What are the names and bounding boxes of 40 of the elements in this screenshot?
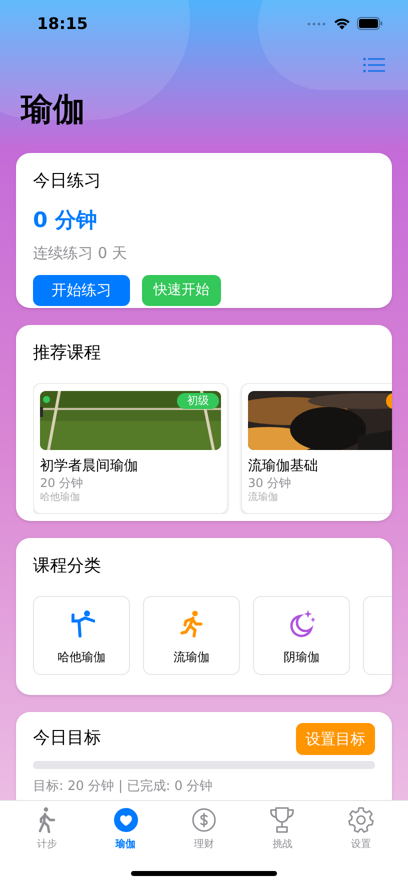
wifi-icon [333,17,351,30]
section-heading: 课程分类 [33,555,102,578]
minutes-value: 0 分钟 [33,206,98,234]
course-title: 流瑜伽基础 [248,456,319,474]
tab-item[interactable]: 理财 [174,807,234,852]
page-title: 瑜伽 [21,89,85,130]
trophy-icon [270,807,294,833]
category-label: 哈他瑜伽 [58,648,106,666]
tab-item[interactable]: 计步 [17,807,78,852]
goal-summary: 目标: 20 分钟 | 已完成: 0 分钟 [33,778,214,796]
course-category: 流瑜伽 [248,490,279,504]
course-duration: 20 分钟 [40,474,84,490]
section-heading: 今日练习 [33,170,102,193]
battery-icon [357,17,383,30]
menu-button[interactable] [362,55,386,75]
category-card[interactable]: 流瑜伽 [143,596,240,674]
category-card[interactable]: 阴瑜伽 [253,596,350,674]
category-card[interactable]: 哈他瑜伽 [33,596,130,674]
status-time: 18:15 [37,12,88,34]
section-heading: 推荐课程 [33,342,102,365]
quick-start-button[interactable]: 快速开始 [142,274,221,306]
tab-item[interactable]: 瑜伽 [96,807,156,852]
course-card[interactable]: 流瑜伽基础 30 分钟 流瑜伽 [241,382,392,514]
start-button[interactable]: 开始练习 [33,274,130,306]
category-label: 阴瑜伽 [284,648,320,666]
menu-icon [363,57,385,73]
course-category: 哈他瑜伽 [40,490,81,504]
section-heading: 今日目标 [33,727,101,750]
course-title: 初学者晨间瑜伽 [40,456,139,474]
set-goal-button[interactable]: 设置目标 [296,723,375,755]
course-card[interactable]: 初级 初学者晨间瑜伽 20 分钟 哈他瑜伽 [33,382,228,514]
streak-text: 连续练习 0 天 [33,243,128,264]
category-label: 流瑜伽 [174,648,210,666]
settings-icon [348,807,374,833]
tab-item[interactable]: 设置 [330,807,391,852]
tab-item[interactable]: 挑战 [252,807,312,852]
walking-figure-icon [37,807,58,833]
dollar-icon [192,808,216,832]
course-duration: 30 分钟 [248,474,292,490]
signal-icon [307,22,327,26]
